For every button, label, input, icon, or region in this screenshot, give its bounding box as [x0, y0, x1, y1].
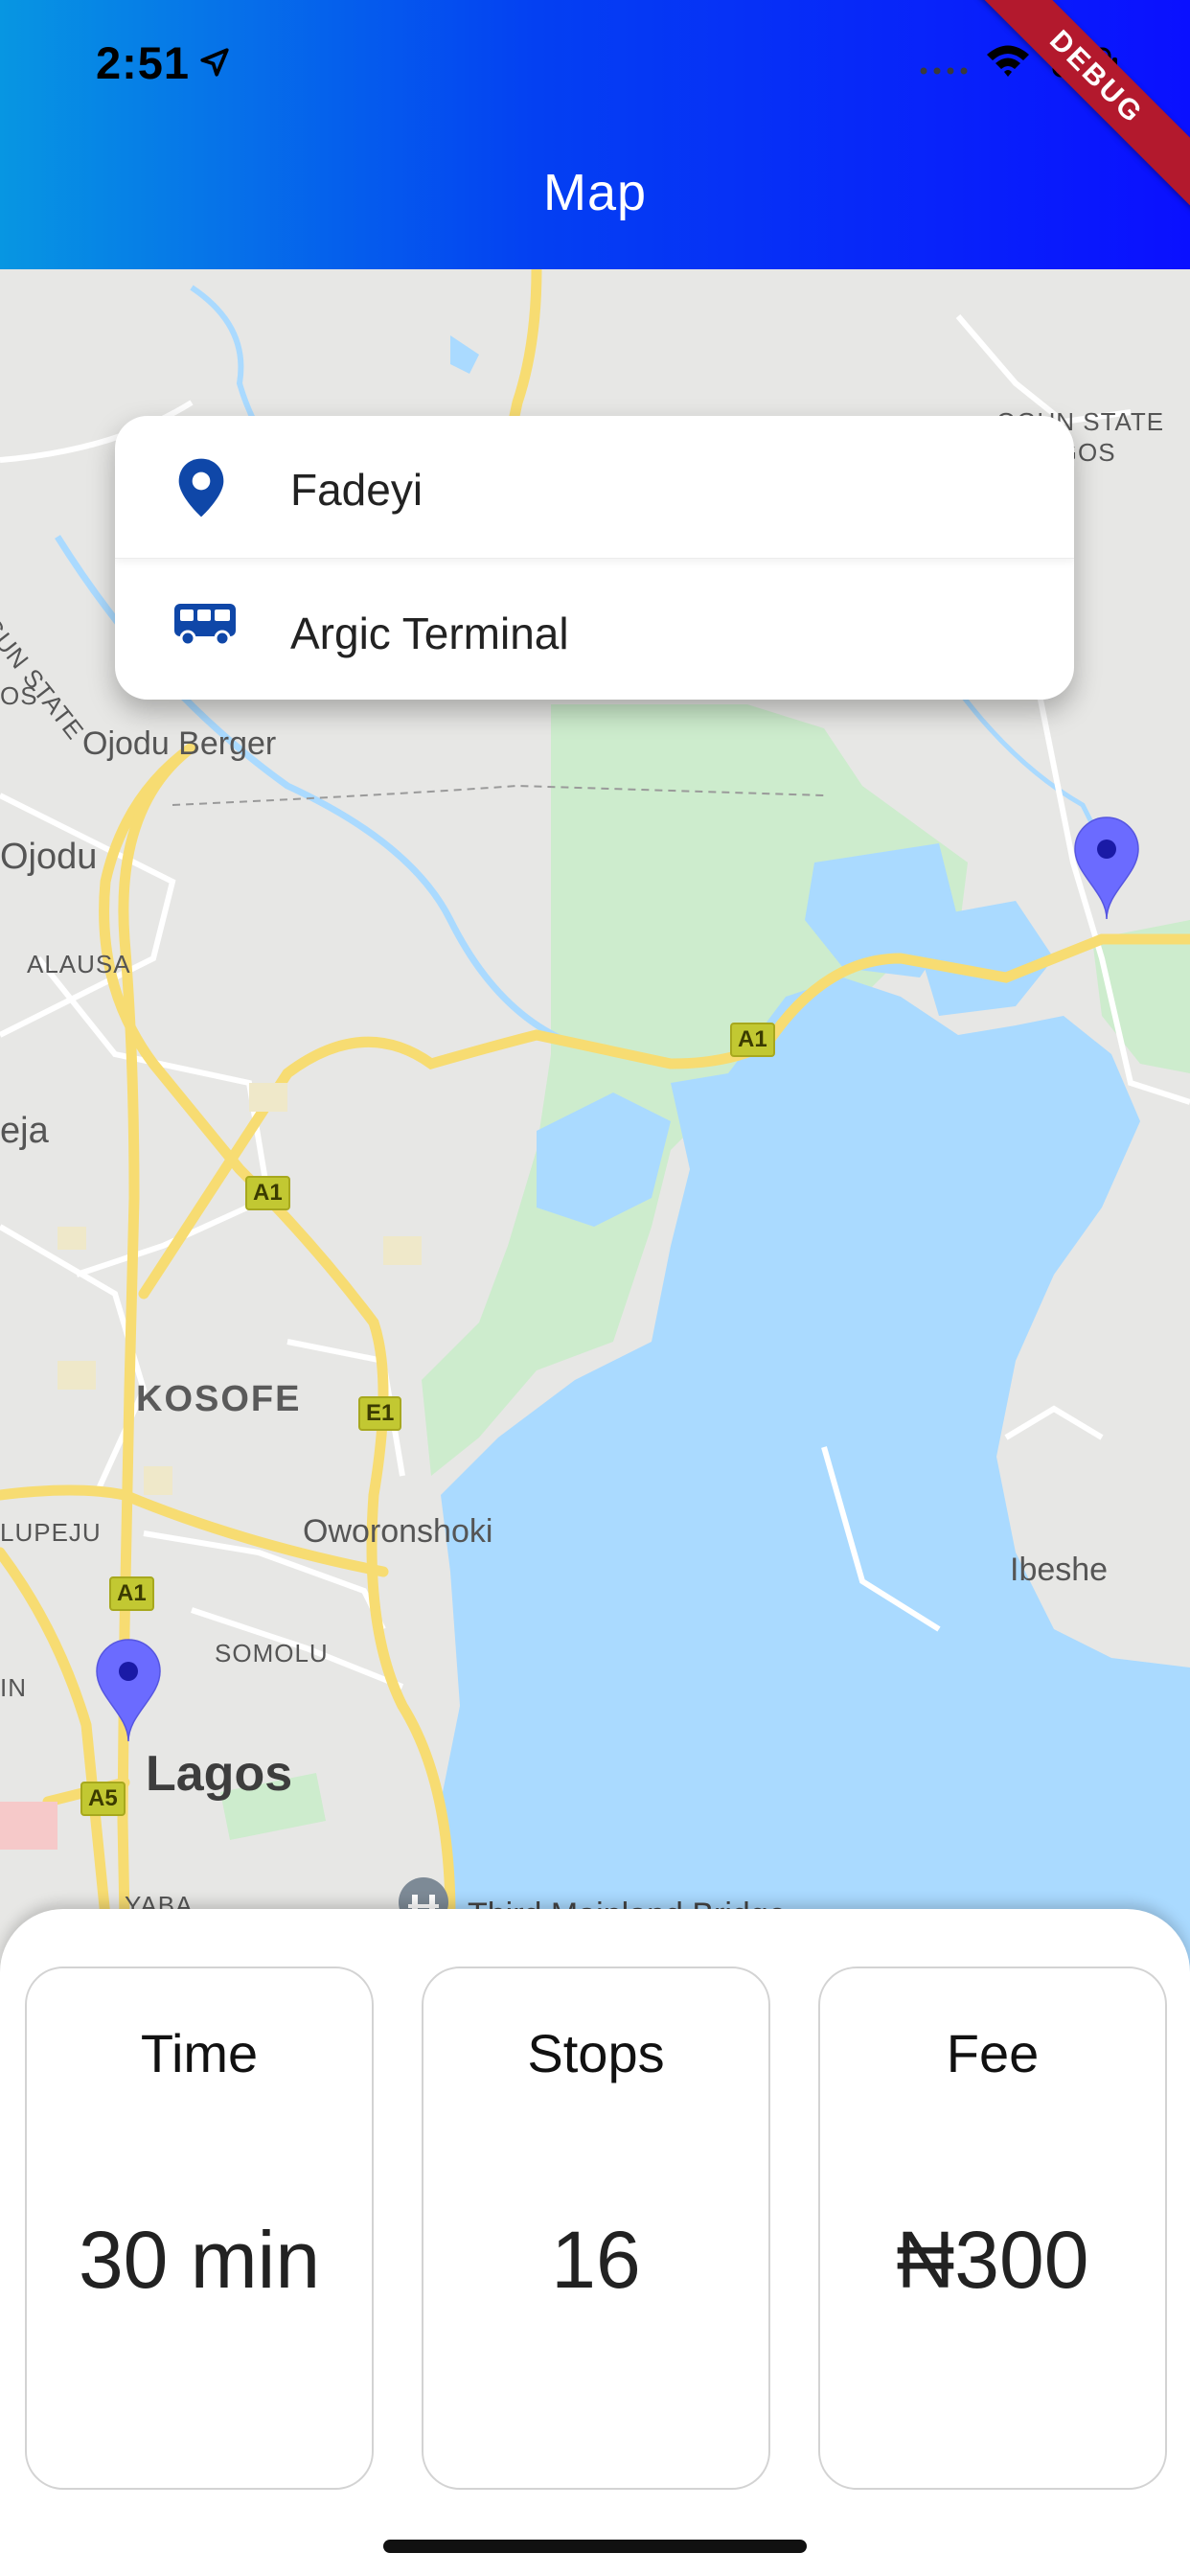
map-label: LUPEJU — [0, 1518, 102, 1547]
highway-shield: E1 — [358, 1396, 402, 1431]
destination-label: Argic Terminal — [290, 609, 569, 658]
origin-marker-icon[interactable] — [95, 1638, 162, 1743]
map-label: ALAUSA — [27, 950, 131, 978]
fee-card: Fee ₦300 — [818, 1966, 1167, 2490]
highway-shield: A1 — [245, 1176, 290, 1210]
bus-icon — [174, 604, 236, 647]
destination-marker-icon[interactable] — [1073, 816, 1140, 921]
origin-row[interactable]: Fadeyi — [115, 416, 1074, 559]
map-label: KOSOFE — [136, 1379, 302, 1419]
time-value: 30 min — [78, 2215, 321, 2305]
fee-title: Fee — [946, 2023, 1040, 2083]
map-label: Ibeshe — [1010, 1552, 1109, 1588]
map-label: SOMOLU — [215, 1639, 329, 1668]
wifi-icon — [987, 45, 1029, 77]
map-label: Ojodu Berger — [82, 725, 277, 762]
origin-label: Fadeyi — [290, 465, 423, 515]
app-bar: 2:51 Map DEBUG — [0, 0, 1190, 269]
map-label: Oworonshoki — [303, 1513, 493, 1550]
time-title: Time — [140, 2023, 259, 2083]
stops-card: Stops 16 — [422, 1966, 770, 2490]
map-label: eja — [0, 1111, 49, 1151]
map-label: Ojodu — [0, 837, 98, 877]
stops-title: Stops — [527, 2023, 665, 2083]
stops-value: 16 — [551, 2215, 641, 2305]
trip-summary-sheet: Time 30 min Stops 16 Fee ₦300 — [0, 1909, 1190, 2576]
map-label: IN — [0, 1673, 27, 1702]
page-title: Map — [542, 164, 648, 221]
route-card: Fadeyi Argic Terminal — [115, 416, 1074, 700]
highway-shield: A1 — [109, 1576, 154, 1611]
cellular-signal-icon — [920, 67, 968, 75]
highway-shield: A1 — [730, 1023, 775, 1057]
destination-row[interactable]: Argic Terminal — [115, 558, 1074, 700]
home-indicator[interactable] — [383, 2540, 807, 2553]
status-time: 2:51 — [96, 37, 191, 88]
fee-value: ₦300 — [896, 2215, 1089, 2305]
location-arrow-icon — [200, 48, 229, 77]
map-label: OS — [0, 681, 38, 710]
time-card: Time 30 min — [25, 1966, 374, 2490]
highway-shield: A5 — [80, 1782, 126, 1816]
map-label: Lagos — [146, 1746, 293, 1802]
location-pin-icon — [178, 458, 224, 518]
